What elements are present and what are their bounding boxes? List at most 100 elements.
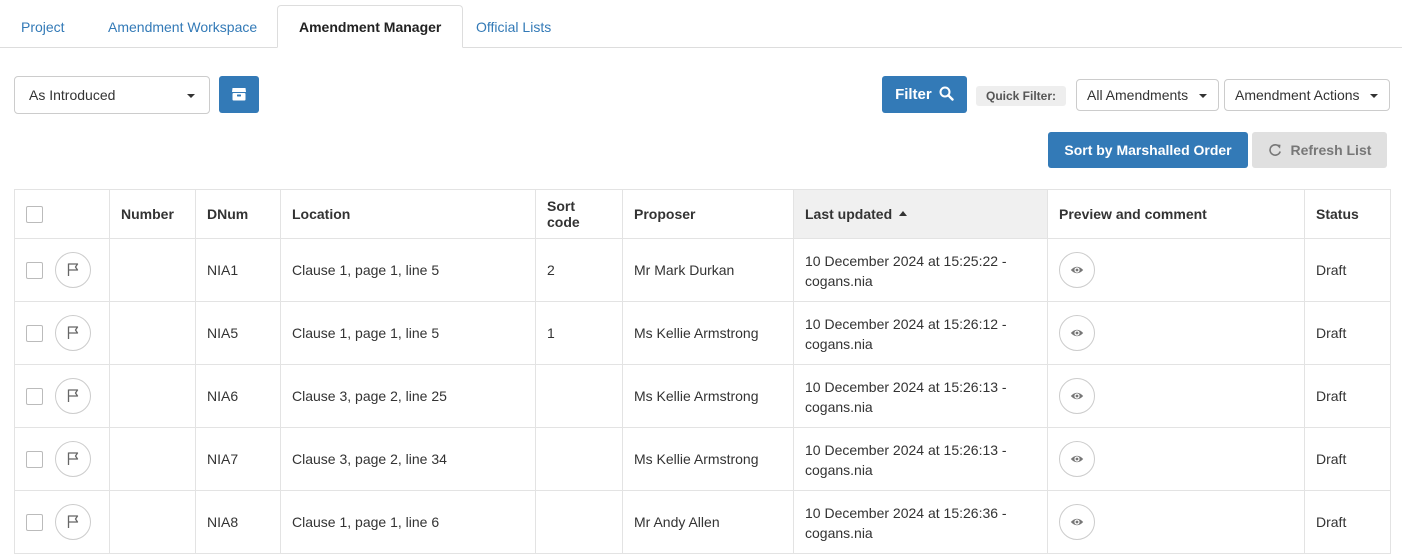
flag-icon xyxy=(67,389,79,402)
preview-button[interactable] xyxy=(1059,315,1095,351)
row-dnum: NIA1 xyxy=(195,238,281,302)
row-updated-date: 10 December 2024 at 15:26:13 - xyxy=(805,442,1007,458)
row-proposer: Mr Mark Durkan xyxy=(622,238,794,302)
flag-icon xyxy=(67,515,79,528)
column-header-last-updated[interactable]: Last updated xyxy=(793,189,1048,239)
row-number xyxy=(109,364,196,428)
row-preview-cell xyxy=(1047,427,1305,491)
row-checkbox[interactable] xyxy=(26,261,43,279)
row-sort-code xyxy=(535,364,623,428)
row-checkbox[interactable] xyxy=(26,450,43,468)
row-last-updated: 10 December 2024 at 15:25:22 - cogans.ni… xyxy=(793,238,1048,302)
preview-button[interactable] xyxy=(1059,378,1095,414)
eye-icon xyxy=(1070,392,1084,400)
select-all-checkbox[interactable] xyxy=(26,205,43,223)
row-sort-code: 1 xyxy=(535,301,623,365)
archive-button[interactable] xyxy=(219,76,259,113)
row-updated-user: cogans.nia xyxy=(805,336,873,352)
row-proposer: Mr Andy Allen xyxy=(622,490,794,554)
row-location: Clause 3, page 2, line 25 xyxy=(280,364,536,428)
row-checkbox[interactable] xyxy=(26,513,43,531)
row-preview-cell xyxy=(1047,238,1305,302)
quick-filter-label: Quick Filter: xyxy=(976,86,1067,106)
flag-icon xyxy=(67,452,79,465)
column-header-proposer[interactable]: Proposer xyxy=(622,189,794,239)
row-last-updated: 10 December 2024 at 15:26:36 - cogans.ni… xyxy=(793,490,1048,554)
flag-button[interactable] xyxy=(55,315,91,351)
flag-button[interactable] xyxy=(55,504,91,540)
flag-button[interactable] xyxy=(55,441,91,477)
row-sort-code xyxy=(535,427,623,491)
row-updated-user: cogans.nia xyxy=(805,399,873,415)
amendment-actions-dropdown[interactable]: Amendment Actions xyxy=(1224,79,1390,111)
row-updated-user: cogans.nia xyxy=(805,462,873,478)
row-status: Draft xyxy=(1304,427,1391,491)
preview-button[interactable] xyxy=(1059,504,1095,540)
row-updated-date: 10 December 2024 at 15:26:12 - xyxy=(805,316,1007,332)
row-status: Draft xyxy=(1304,238,1391,302)
column-header-preview[interactable]: Preview and comment xyxy=(1047,189,1305,239)
row-preview-cell xyxy=(1047,301,1305,365)
refresh-list-button[interactable]: Refresh List xyxy=(1252,132,1387,168)
row-dnum: NIA6 xyxy=(195,364,281,428)
sort-marshalled-button[interactable]: Sort by Marshalled Order xyxy=(1048,132,1248,168)
row-preview-cell xyxy=(1047,364,1305,428)
all-amendments-value: All Amendments xyxy=(1087,87,1189,103)
tab-official-lists[interactable]: Official Lists xyxy=(455,6,572,48)
column-header-sort-code[interactable]: Sort code xyxy=(535,189,623,239)
tab-amendment-manager[interactable]: Amendment Manager xyxy=(277,5,464,48)
row-updated-date: 10 December 2024 at 15:25:22 - xyxy=(805,253,1007,269)
select-all-cell xyxy=(14,189,110,239)
row-number xyxy=(109,301,196,365)
flag-icon xyxy=(67,326,79,339)
row-location: Clause 1, page 1, line 5 xyxy=(280,238,536,302)
tab-amendment-workspace[interactable]: Amendment Workspace xyxy=(87,6,278,48)
eye-icon xyxy=(1070,329,1084,337)
row-dnum: NIA8 xyxy=(195,490,281,554)
row-location: Clause 3, page 2, line 34 xyxy=(280,427,536,491)
row-sort-code: 2 xyxy=(535,238,623,302)
column-header-number[interactable]: Number xyxy=(109,189,196,239)
flag-button[interactable] xyxy=(55,378,91,414)
amendment-actions-label: Amendment Actions xyxy=(1235,87,1360,103)
sort-ascending-icon xyxy=(899,210,908,216)
row-dnum: NIA5 xyxy=(195,301,281,365)
table-row: NIA7 Clause 3, page 2, line 34 Ms Kellie… xyxy=(14,427,1391,491)
version-select[interactable]: As Introduced xyxy=(14,76,210,114)
row-location: Clause 1, page 1, line 5 xyxy=(280,301,536,365)
row-number xyxy=(109,427,196,491)
row-select-cell xyxy=(14,238,110,302)
preview-button[interactable] xyxy=(1059,441,1095,477)
tab-project[interactable]: Project xyxy=(0,6,86,48)
table-header-row: Number DNum Location Sort code Proposer … xyxy=(14,189,1391,239)
refresh-icon xyxy=(1268,144,1281,156)
row-updated-date: 10 December 2024 at 15:26:13 - xyxy=(805,379,1007,395)
column-header-status[interactable]: Status xyxy=(1304,189,1391,239)
chevron-down-icon xyxy=(1370,94,1378,98)
row-last-updated: 10 December 2024 at 15:26:13 - cogans.ni… xyxy=(793,427,1048,491)
table-row: NIA6 Clause 3, page 2, line 25 Ms Kellie… xyxy=(14,364,1391,428)
row-updated-user: cogans.nia xyxy=(805,273,873,289)
row-checkbox[interactable] xyxy=(26,324,43,342)
row-checkbox[interactable] xyxy=(26,387,43,405)
refresh-list-label: Refresh List xyxy=(1290,142,1372,158)
row-proposer: Ms Kellie Armstrong xyxy=(622,301,794,365)
all-amendments-dropdown[interactable]: All Amendments xyxy=(1076,79,1219,111)
filter-button[interactable]: Filter xyxy=(882,76,967,113)
preview-button[interactable] xyxy=(1059,252,1095,288)
column-header-last-updated-label: Last updated xyxy=(805,206,893,222)
row-dnum: NIA7 xyxy=(195,427,281,491)
row-location: Clause 1, page 1, line 6 xyxy=(280,490,536,554)
filter-button-label: Filter xyxy=(895,86,932,103)
row-select-cell xyxy=(14,427,110,491)
row-last-updated: 10 December 2024 at 15:26:12 - cogans.ni… xyxy=(793,301,1048,365)
row-updated-date: 10 December 2024 at 15:26:36 - xyxy=(805,505,1007,521)
column-header-location[interactable]: Location xyxy=(280,189,536,239)
row-preview-cell xyxy=(1047,490,1305,554)
column-header-dnum[interactable]: DNum xyxy=(195,189,281,239)
row-status: Draft xyxy=(1304,301,1391,365)
flag-button[interactable] xyxy=(55,252,91,288)
row-proposer: Ms Kellie Armstrong xyxy=(622,364,794,428)
eye-icon xyxy=(1070,455,1084,463)
table-row: NIA8 Clause 1, page 1, line 6 Mr Andy Al… xyxy=(14,490,1391,554)
